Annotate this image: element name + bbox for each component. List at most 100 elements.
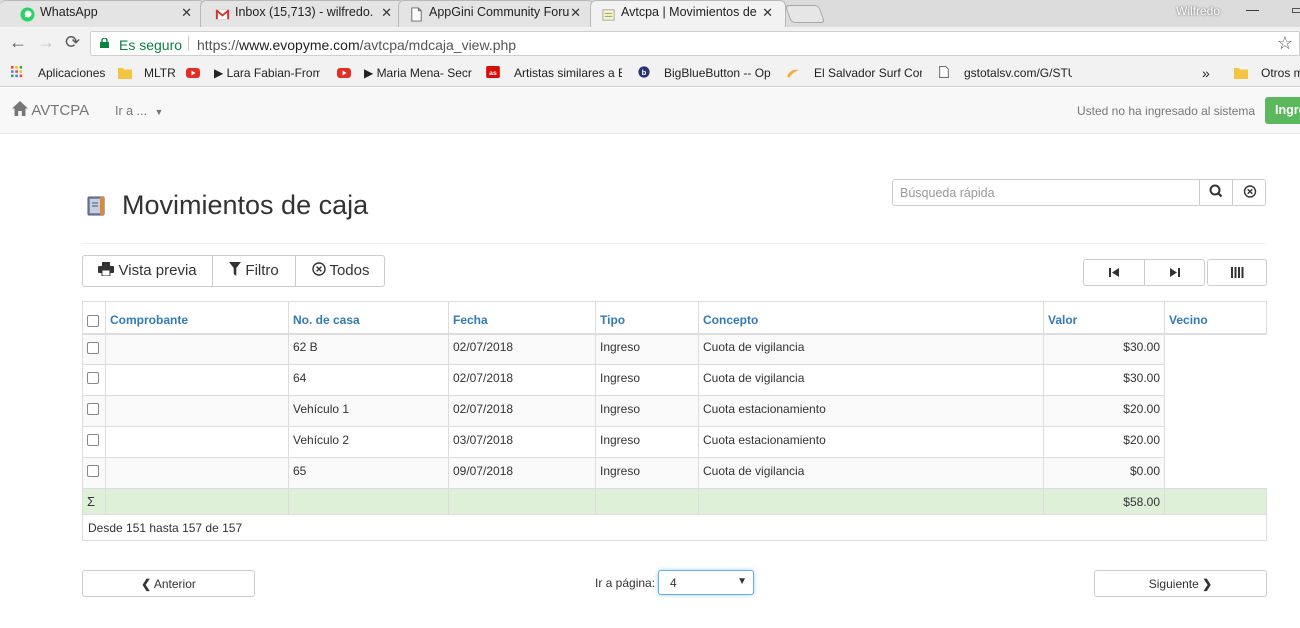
cell-fecha[interactable]: 02/07/2018 — [448, 364, 596, 396]
profile-name[interactable]: Wilfredo — [1176, 4, 1220, 18]
row-checkbox[interactable] — [87, 341, 99, 354]
cell-comprobante[interactable] — [105, 333, 289, 365]
brand-link[interactable]: AVTCPA — [12, 101, 89, 119]
table-row[interactable]: Vehículo 1 02/07/2018 Ingreso Cuota esta… — [82, 395, 1267, 427]
row-checkbox[interactable] — [87, 465, 99, 478]
forward-icon[interactable]: → — [37, 32, 55, 53]
cell-tipo[interactable]: Ingreso — [595, 395, 699, 427]
cell-comprobante[interactable] — [105, 364, 289, 396]
whatsapp-icon — [20, 7, 35, 22]
cell-casa[interactable]: 65 — [288, 457, 449, 489]
show-all-button[interactable]: Todos — [296, 256, 385, 286]
bookmark-maria-mena[interactable]: ▶ Maria Mena- Secr — [364, 66, 472, 80]
page-select[interactable]: 4 ▼ — [658, 570, 754, 595]
print-preview-label: Vista previa — [118, 262, 197, 279]
print-preview-button[interactable]: Vista previa — [83, 256, 212, 286]
bookmark-lastfm[interactable]: Artistas similares a E — [514, 66, 622, 80]
column-header-tipo[interactable]: Tipo — [595, 301, 699, 335]
bookmark-aplicaciones[interactable]: Aplicaciones — [38, 66, 105, 80]
cell-comprobante[interactable] — [105, 457, 289, 489]
cell-valor[interactable]: $0.00 — [1043, 457, 1165, 489]
action-button-group: Vista previa Filtro Todos — [82, 255, 385, 287]
tab-appgini[interactable]: AppGini Community Foru ✕ — [398, 0, 594, 27]
column-header-valor[interactable]: Valor — [1043, 301, 1165, 335]
cell-casa[interactable]: 64 — [288, 364, 449, 396]
bookmark-lara-fabian[interactable]: ▶ Lara Fabian-From — [214, 66, 320, 80]
back-icon[interactable]: ← — [9, 32, 27, 53]
cell-casa[interactable]: 62 B — [288, 333, 449, 365]
cell-valor[interactable]: $30.00 — [1043, 333, 1165, 365]
sum-empty-cell — [1164, 488, 1267, 515]
cell-concepto[interactable]: Cuota de vigilancia — [698, 364, 1044, 396]
search-button[interactable] — [1199, 179, 1232, 206]
cell-concepto[interactable]: Cuota estacionamiento — [698, 395, 1044, 427]
page-select-value: 4 — [670, 576, 677, 590]
next-page-button[interactable]: Siguiente ❯ — [1094, 570, 1267, 597]
select-all-checkbox[interactable] — [87, 314, 99, 327]
sum-empty-cell — [105, 488, 289, 515]
cell-tipo[interactable]: Ingreso — [595, 364, 699, 396]
column-header-comprobante[interactable]: Comprobante — [105, 301, 289, 335]
close-icon[interactable]: ✕ — [181, 5, 192, 21]
bookmark-otros[interactable]: Otros m — [1261, 66, 1300, 80]
last-page-button[interactable] — [1145, 260, 1205, 285]
cell-valor[interactable]: $20.00 — [1043, 426, 1165, 458]
previous-page-button[interactable]: ❮ Anterior — [82, 570, 255, 597]
bookmark-el-salvador-surf[interactable]: El Salvador Surf Com — [814, 66, 922, 80]
row-select-cell — [82, 426, 106, 458]
column-header-vecino[interactable]: Vecino — [1164, 301, 1267, 335]
tab-gmail[interactable]: Inbox (15,713) - wilfredo. ✕ — [200, 0, 405, 27]
cell-concepto[interactable]: Cuota de vigilancia — [698, 457, 1044, 489]
reload-icon[interactable]: ⟳ — [65, 32, 80, 53]
filter-button[interactable]: Filtro — [213, 256, 295, 286]
column-header-concepto[interactable]: Concepto — [698, 301, 1044, 335]
cell-fecha[interactable]: 02/07/2018 — [448, 333, 596, 365]
address-bar[interactable]: Es seguro https://www.evopyme.com/avtcpa… — [90, 31, 1300, 56]
bookmark-gstotalsv[interactable]: gstotalsv.com/G/STU — [964, 66, 1072, 80]
table-row[interactable]: 65 09/07/2018 Ingreso Cuota de vigilanci… — [82, 457, 1267, 489]
cell-valor[interactable]: $20.00 — [1043, 395, 1165, 427]
goto-menu-dropdown[interactable]: Ir a ... ▼ — [115, 104, 163, 118]
cell-concepto[interactable]: Cuota de vigilancia — [698, 333, 1044, 365]
row-checkbox[interactable] — [87, 372, 99, 385]
cell-tipo[interactable]: Ingreso — [595, 457, 699, 489]
cell-tipo[interactable]: Ingreso — [595, 426, 699, 458]
cell-valor[interactable]: $30.00 — [1043, 364, 1165, 396]
row-checkbox[interactable] — [87, 434, 99, 447]
row-checkbox[interactable] — [87, 403, 99, 416]
restore-icon[interactable]: ▭ — [1291, 2, 1300, 18]
cell-comprobante[interactable] — [105, 395, 289, 427]
columns-button[interactable] — [1207, 259, 1267, 286]
tab-whatsapp[interactable]: WhatsApp ✕ — [0, 0, 205, 27]
cell-fecha[interactable]: 09/07/2018 — [448, 457, 596, 489]
table-row[interactable]: Vehículo 2 03/07/2018 Ingreso Cuota esta… — [82, 426, 1267, 458]
bookmark-bigbluebutton[interactable]: BigBlueButton -- Op — [664, 66, 772, 80]
youtube-icon — [337, 68, 351, 78]
close-icon[interactable]: ✕ — [762, 5, 773, 21]
table-row[interactable]: 64 02/07/2018 Ingreso Cuota de vigilanci… — [82, 364, 1267, 396]
close-icon[interactable]: ✕ — [570, 5, 581, 21]
cell-casa[interactable]: Vehículo 2 — [288, 426, 449, 458]
column-header-casa[interactable]: No. de casa — [288, 301, 449, 335]
cell-fecha[interactable]: 02/07/2018 — [448, 395, 596, 427]
first-page-button[interactable] — [1084, 260, 1144, 285]
bookmark-star-icon[interactable]: ☆ — [1277, 33, 1293, 54]
cell-fecha[interactable]: 03/07/2018 — [448, 426, 596, 458]
quick-search-input[interactable] — [893, 180, 1199, 205]
cell-tipo[interactable]: Ingreso — [595, 333, 699, 365]
cell-casa[interactable]: Vehículo 1 — [288, 395, 449, 427]
table-row[interactable]: 62 B 02/07/2018 Ingreso Cuota de vigilan… — [82, 333, 1267, 365]
cell-comprobante[interactable] — [105, 426, 289, 458]
more-bookmarks-chevron[interactable]: » — [1202, 65, 1210, 81]
bookmark-mltr[interactable]: MLTR — [144, 66, 176, 80]
clear-search-button[interactable] — [1232, 179, 1266, 206]
cell-concepto[interactable]: Cuota estacionamiento — [698, 426, 1044, 458]
tab-avtcpa[interactable]: Avtcpa | Movimientos de ✕ — [590, 0, 786, 27]
login-button[interactable]: Ingre — [1265, 97, 1300, 124]
column-header-fecha[interactable]: Fecha — [448, 301, 596, 335]
new-tab-button[interactable] — [784, 5, 826, 23]
url-text[interactable]: https://www.evopyme.com/avtcpa/mdcaja_vi… — [197, 37, 516, 53]
minimize-icon[interactable]: — — [1246, 2, 1259, 17]
row-select-cell — [82, 395, 106, 427]
close-icon[interactable]: ✕ — [381, 5, 392, 21]
